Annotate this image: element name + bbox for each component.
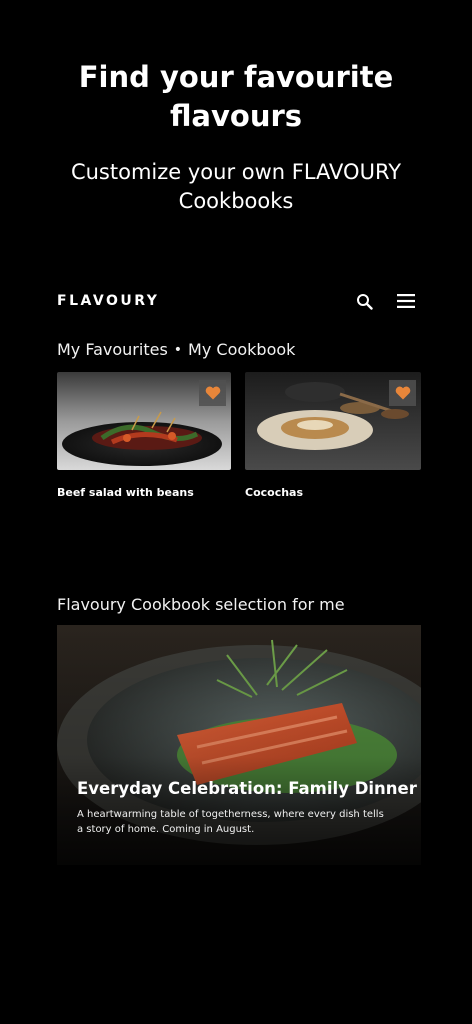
- app-bar: FLAVOURY: [57, 286, 416, 316]
- featured-cookbook-description: A heartwarming table of togetherness, wh…: [77, 809, 384, 835]
- recipe-title-beef-salad[interactable]: Beef salad with beans: [57, 486, 194, 499]
- tab-separator: •: [173, 341, 183, 358]
- recipe-title-cocochas[interactable]: Cocochas: [245, 486, 303, 499]
- featured-cookbook-title: Everyday Celebration: Family Dinner: [77, 779, 417, 798]
- favourites-tabs: My Favourites • My Cookbook: [57, 340, 295, 359]
- tab-my-cookbook[interactable]: My Cookbook: [188, 340, 295, 359]
- brand-logo: FLAVOURY: [57, 293, 160, 309]
- hero-subtitle: Customize your own FLAVOURY Cookbooks: [70, 160, 402, 213]
- heart-icon: [205, 386, 220, 400]
- search-icon[interactable]: [354, 291, 374, 311]
- favourite-toggle[interactable]: [199, 380, 226, 406]
- hero-title: Find your favourite flavours: [78, 60, 394, 133]
- tab-my-favourites[interactable]: My Favourites: [57, 340, 168, 359]
- selection-section-title: Flavoury Cookbook selection for me: [57, 595, 345, 614]
- recipe-card-beef-salad[interactable]: [57, 372, 231, 470]
- favourite-toggle[interactable]: [389, 380, 416, 406]
- app-bar-actions: [354, 291, 416, 311]
- recipe-card-cocochas[interactable]: [245, 372, 421, 470]
- hamburger-menu-icon[interactable]: [396, 291, 416, 311]
- featured-cookbook-card[interactable]: Everyday Celebration: Family Dinner A he…: [57, 625, 421, 865]
- heart-icon: [395, 386, 410, 400]
